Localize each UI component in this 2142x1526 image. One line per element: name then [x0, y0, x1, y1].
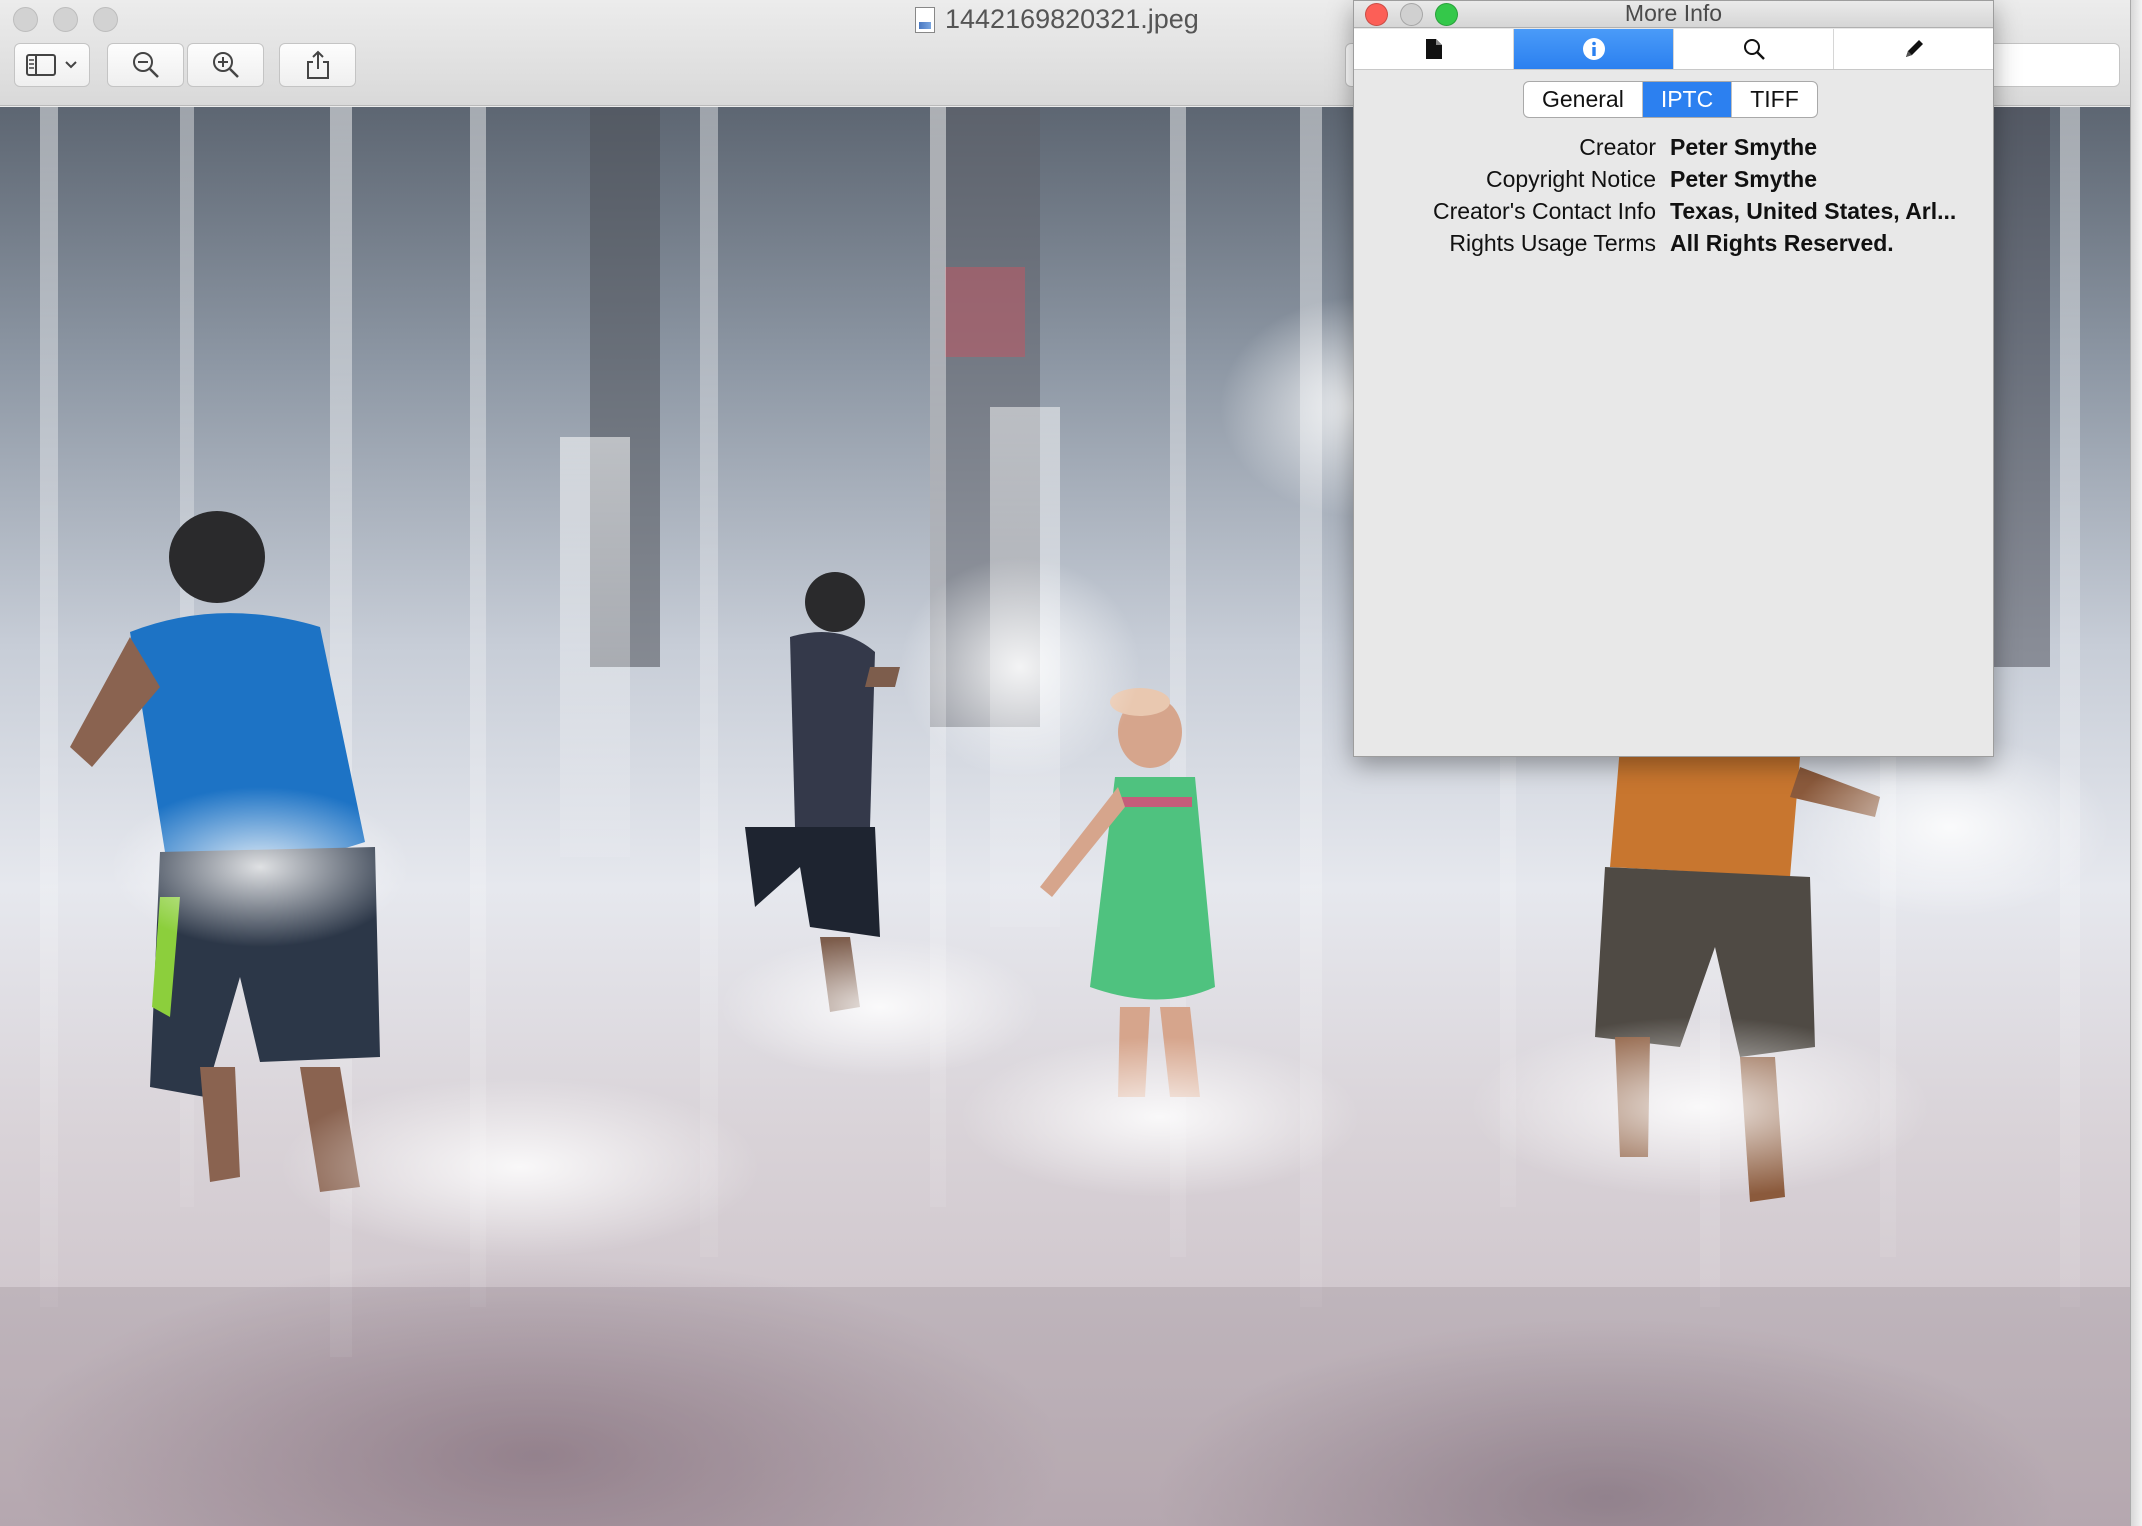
window-edge — [2130, 0, 2142, 1526]
zoom-in-button[interactable] — [187, 43, 264, 87]
segment-iptc[interactable]: IPTC — [1642, 82, 1733, 117]
document-title-text: 1442169820321.jpeg — [945, 4, 1199, 34]
tab-keywords[interactable] — [1674, 29, 1834, 69]
fullscreen-button[interactable] — [93, 7, 118, 32]
inspector-tab-bar — [1354, 29, 1993, 70]
minimize-button[interactable] — [53, 7, 78, 32]
metadata-row: Creator's Contact Info Texas, United Sta… — [1354, 195, 1993, 227]
share-button[interactable] — [279, 43, 356, 87]
more-info-titlebar: More Info — [1354, 1, 1993, 28]
metadata-segmented-control: General IPTC TIFF — [1523, 81, 1818, 118]
metadata-key: Creator — [1579, 133, 1656, 160]
metadata-value[interactable]: Texas, United States, Arl... — [1670, 198, 1980, 225]
metadata-key: Rights Usage Terms — [1449, 229, 1656, 256]
panel-title: More Info — [1624, 0, 1723, 26]
sidebar-icon — [26, 54, 56, 76]
more-info-panel: More Info General IPTC TIFF Creator Pete… — [1353, 0, 1994, 757]
segment-general[interactable]: General — [1524, 82, 1643, 117]
pencil-icon — [1905, 40, 1923, 57]
metadata-value[interactable]: All Rights Reserved. — [1670, 230, 1980, 257]
info-icon — [1582, 38, 1605, 60]
search-icon — [1743, 39, 1765, 60]
metadata-row: Creator Peter Smythe — [1354, 131, 1993, 163]
metadata-value[interactable]: Peter Smythe — [1670, 134, 1980, 161]
metadata-row: Rights Usage Terms All Rights Reserved. — [1354, 227, 1993, 259]
tab-general-info[interactable] — [1354, 29, 1514, 69]
close-button[interactable] — [13, 7, 38, 32]
sidebar-toggle-button[interactable] — [14, 43, 90, 87]
metadata-value[interactable]: Peter Smythe — [1670, 166, 1980, 193]
window-controls — [13, 7, 118, 32]
share-icon — [306, 50, 329, 79]
metadata-key: Copyright Notice — [1485, 165, 1656, 192]
metadata-key: Creator's Contact Info — [1433, 197, 1656, 224]
file-icon — [1425, 39, 1442, 59]
document-title: 1442169820321.jpeg — [915, 4, 1199, 35]
tab-more-info[interactable] — [1514, 29, 1674, 69]
zoom-out-button[interactable] — [107, 43, 184, 87]
metadata-table: Creator Peter Smythe Copyright Notice Pe… — [1354, 131, 1993, 259]
chevron-down-icon — [65, 61, 77, 69]
metadata-row: Copyright Notice Peter Smythe — [1354, 163, 1993, 195]
zoom-in-icon — [212, 52, 239, 78]
tab-annotations[interactable] — [1834, 29, 1993, 69]
jpeg-document-icon — [915, 6, 935, 33]
segment-tiff[interactable]: TIFF — [1732, 82, 1817, 117]
zoom-out-icon — [132, 52, 159, 78]
